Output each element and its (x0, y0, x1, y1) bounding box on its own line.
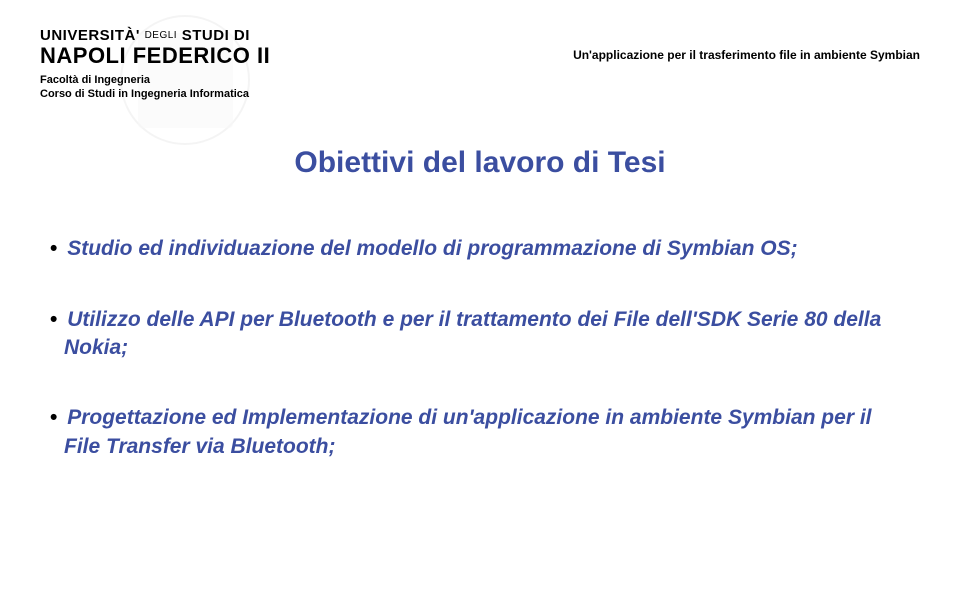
bullet-text-2: Utilizzo delle API per Bluetooth e per i… (64, 306, 910, 363)
faculty-line-1: Facoltà di Ingegneria (40, 73, 573, 87)
bullet-item-1: Studio ed individuazione del modello di … (50, 235, 910, 263)
slide-title: Obiettivi del lavoro di Tesi (40, 146, 920, 180)
logo-line-1: UNIVERSITÀ' DEGLI STUDI DI (40, 28, 573, 44)
slide-page: UNIVERSITÀ' DEGLI STUDI DI NAPOLI FEDERI… (0, 0, 960, 595)
bullet-text-1: Studio ed individuazione del modello di … (64, 235, 910, 263)
logo-line-2: NAPOLI FEDERICO II (40, 44, 573, 67)
logo-word-studidi: STUDI DI (182, 27, 250, 44)
bullet-item-2: Utilizzo delle API per Bluetooth e per i… (50, 306, 910, 363)
slide-header: UNIVERSITÀ' DEGLI STUDI DI NAPOLI FEDERI… (40, 28, 920, 101)
logo-word-universita: UNIVERSITÀ (40, 27, 136, 44)
faculty-line-2: Corso di Studi in Ingegneria Informatica (40, 87, 573, 101)
slide-content: Studio ed individuazione del modello di … (40, 235, 920, 461)
faculty-lines: Facoltà di Ingegneria Corso di Studi in … (40, 73, 573, 102)
bullet-item-3: Progettazione ed Implementazione di un'a… (50, 404, 910, 461)
header-left: UNIVERSITÀ' DEGLI STUDI DI NAPOLI FEDERI… (40, 28, 573, 101)
logo-word-degli: DEGLI (145, 30, 178, 41)
university-logo-text: UNIVERSITÀ' DEGLI STUDI DI NAPOLI FEDERI… (40, 28, 573, 67)
header-right-text: Un'applicazione per il trasferimento fil… (573, 28, 920, 62)
bullet-text-3: Progettazione ed Implementazione di un'a… (64, 404, 910, 461)
